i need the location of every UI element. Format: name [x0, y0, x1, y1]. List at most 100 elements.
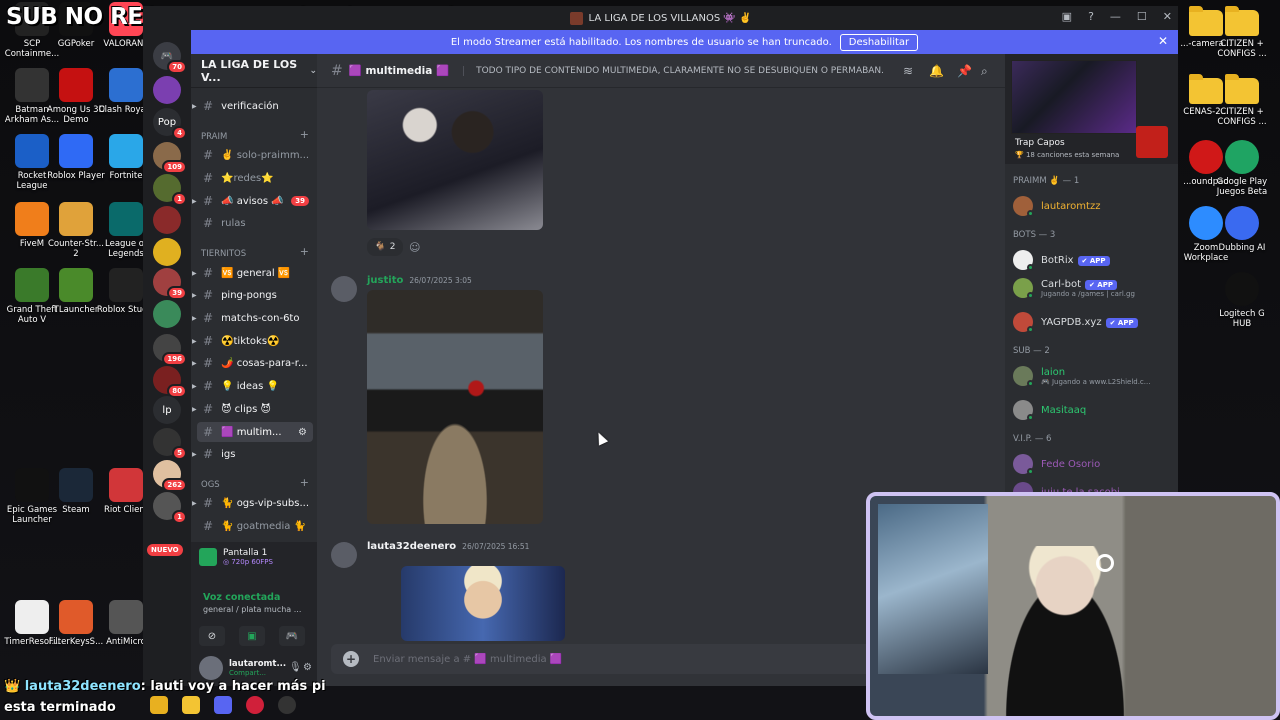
- message-image[interactable]: [367, 90, 543, 230]
- reaction-pill[interactable]: 🐐 2: [367, 238, 403, 256]
- channel-multimedia[interactable]: # 🟪 multim... ⚙: [197, 422, 313, 442]
- category-tiernitos[interactable]: TIERNITOS: [201, 249, 246, 259]
- server-icon[interactable]: 1: [153, 492, 187, 524]
- pin-icon[interactable]: 📌: [957, 64, 972, 78]
- member-item[interactable]: Fede Osorio: [1013, 454, 1100, 475]
- camera-off-icon[interactable]: ⊘: [199, 626, 225, 646]
- channel-settings-icon[interactable]: ⚙: [298, 427, 307, 438]
- avatar[interactable]: [331, 276, 357, 302]
- avatar[interactable]: [331, 542, 357, 568]
- server-icon[interactable]: 1: [153, 174, 187, 206]
- close-window-button[interactable]: ✕: [1163, 10, 1172, 23]
- add-channel-icon[interactable]: +: [300, 245, 309, 258]
- voice-location[interactable]: general / plata mucha ...: [203, 605, 301, 614]
- member-item[interactable]: laion 🎮 Jugando a www.L2Shield.c...: [1013, 366, 1150, 387]
- server-icon[interactable]: 80: [153, 366, 187, 398]
- member-item[interactable]: Carl-bot ✔ APP Jugando a /games | carl.gg: [1013, 278, 1135, 299]
- inbox-icon[interactable]: ▣: [1062, 10, 1072, 23]
- member-item[interactable]: BotRix ✔ APP: [1013, 250, 1110, 271]
- desktop-shortcut[interactable]: CITIZEN + CONFIGS ...: [1212, 6, 1272, 59]
- shortcut-label: CITIZEN + CONFIGS ...: [1217, 39, 1267, 59]
- bell-icon[interactable]: 🔔: [929, 64, 944, 78]
- server-icon-pop[interactable]: Pop 4: [153, 108, 187, 140]
- mic-icon[interactable]: 🎙: [289, 662, 302, 673]
- category-praim[interactable]: PRAIM: [201, 132, 227, 142]
- activity-card[interactable]: Trap Capos 🏆 18 canciones esta semana: [1005, 54, 1178, 164]
- desktop-shortcut[interactable]: Google Play Juegos Beta: [1212, 140, 1272, 197]
- server-icon: [569, 11, 583, 25]
- channel-matchs[interactable]: ▶ # matchs-con-6to: [191, 308, 317, 328]
- status-dot: [1027, 210, 1034, 217]
- message-author[interactable]: lauta32deenero: [367, 541, 456, 552]
- status-dot: [1027, 292, 1034, 299]
- disable-streamer-button[interactable]: Deshabilitar: [839, 33, 919, 51]
- message-image[interactable]: [367, 290, 543, 524]
- folder-icon: [1225, 74, 1259, 104]
- screen-share-status[interactable]: Pantalla 1 ◎ 720p 60FPS: [199, 548, 273, 566]
- stream-preview[interactable]: [1011, 60, 1137, 134]
- streamer-person: [990, 546, 1140, 716]
- maximize-button[interactable]: ☐: [1137, 10, 1147, 23]
- server-icon[interactable]: [153, 206, 181, 234]
- channel-verificacion[interactable]: ▶ # verificación: [191, 96, 317, 116]
- server-name[interactable]: LA LIGA DE LOS V... ⌄: [191, 54, 317, 88]
- app-tag: ✔ APP: [1105, 317, 1138, 328]
- member-item[interactable]: lautaromtzz: [1013, 196, 1100, 217]
- category-ogs[interactable]: OGS: [201, 480, 220, 490]
- add-reaction-icon[interactable]: ☺: [409, 241, 420, 254]
- channel-tiktoks[interactable]: ▶ # ☢️tiktoks☢️: [191, 331, 317, 351]
- avatar: [1013, 196, 1034, 217]
- attach-plus-icon[interactable]: +: [343, 651, 359, 667]
- server-icon[interactable]: 196: [153, 334, 187, 366]
- app-icon: [1225, 206, 1259, 240]
- activity-icon[interactable]: 🎮: [279, 626, 305, 646]
- server-icon-lp[interactable]: lp: [153, 396, 181, 424]
- status-dot: [1027, 468, 1034, 475]
- server-icon[interactable]: [153, 238, 181, 266]
- channel-general[interactable]: ▶ # 🆚 general 🆚: [191, 263, 317, 283]
- channel-clips[interactable]: ▶ # 😈 clips 😈: [191, 399, 317, 419]
- channel-goatmedia[interactable]: # 🐈 goatmedia 🐈: [191, 516, 317, 536]
- server-icon[interactable]: 39: [153, 268, 187, 300]
- add-channel-icon[interactable]: +: [300, 128, 309, 141]
- message-image[interactable]: [401, 566, 565, 641]
- message-author[interactable]: justito: [367, 275, 403, 286]
- channel-igs[interactable]: ▶ # igs: [191, 444, 317, 464]
- server-icon[interactable]: 262: [153, 460, 187, 492]
- channel-rulas[interactable]: # rulas: [191, 213, 317, 233]
- member-group-title: praimm ✌️ — 1: [1013, 176, 1080, 186]
- channel-cosas[interactable]: ▶ # 🌶️ cosas-para-r...: [191, 353, 317, 373]
- app-icon: [15, 268, 49, 302]
- server-icon[interactable]: 5: [153, 428, 187, 460]
- desktop-shortcut[interactable]: Dubbing AI: [1212, 206, 1272, 253]
- activity-title: Trap Capos: [1015, 138, 1065, 148]
- voice-connected-label[interactable]: Voz conectada: [203, 592, 280, 603]
- channel-ogs-vip[interactable]: ▶ # 🐈 ogs-vip-subs...: [191, 493, 317, 513]
- add-channel-icon[interactable]: +: [300, 476, 309, 489]
- channel-ping-pongs[interactable]: ▶ # ping-pongs: [191, 285, 317, 305]
- channel-ideas[interactable]: ▶ # 💡 ideas 💡: [191, 376, 317, 396]
- direct-messages-button[interactable]: 🎮 70: [153, 42, 187, 74]
- threads-icon[interactable]: ≋: [903, 64, 913, 78]
- server-icon-villanos[interactable]: [153, 76, 181, 104]
- member-item[interactable]: Masitaaq: [1013, 400, 1086, 421]
- channel-avisos[interactable]: ▶ # 📣 avisos 📣 39: [191, 191, 317, 211]
- channel-solo-praimm[interactable]: # ✌️ solo-praimm...: [191, 145, 317, 165]
- channel-redes[interactable]: # ⭐redes⭐: [191, 168, 317, 188]
- server-icon[interactable]: 109: [153, 142, 187, 174]
- desktop-shortcut[interactable]: CITIZEN + CONFIGS ...: [1212, 74, 1272, 127]
- app-icon: [59, 468, 93, 502]
- desktop-shortcut[interactable]: Logitech G HUB: [1212, 272, 1272, 329]
- server-icon[interactable]: [153, 300, 181, 328]
- settings-icon[interactable]: ⚙: [303, 662, 312, 673]
- search-icon[interactable]: ⌕: [981, 64, 988, 79]
- shortcut-label: Dubbing AI: [1218, 243, 1266, 253]
- close-banner-icon[interactable]: ✕: [1158, 34, 1168, 48]
- ring-light: [1096, 554, 1114, 572]
- help-icon[interactable]: ?: [1088, 10, 1094, 23]
- minimize-button[interactable]: —: [1110, 10, 1121, 23]
- member-item[interactable]: YAGPDB.xyz ✔ APP: [1013, 312, 1138, 333]
- screen-share-button[interactable]: ▣: [239, 626, 265, 646]
- channel-topic[interactable]: TODO TIPO DE CONTENIDO MULTIMEDIA, CLARA…: [463, 65, 884, 76]
- hash-icon: #: [203, 99, 214, 113]
